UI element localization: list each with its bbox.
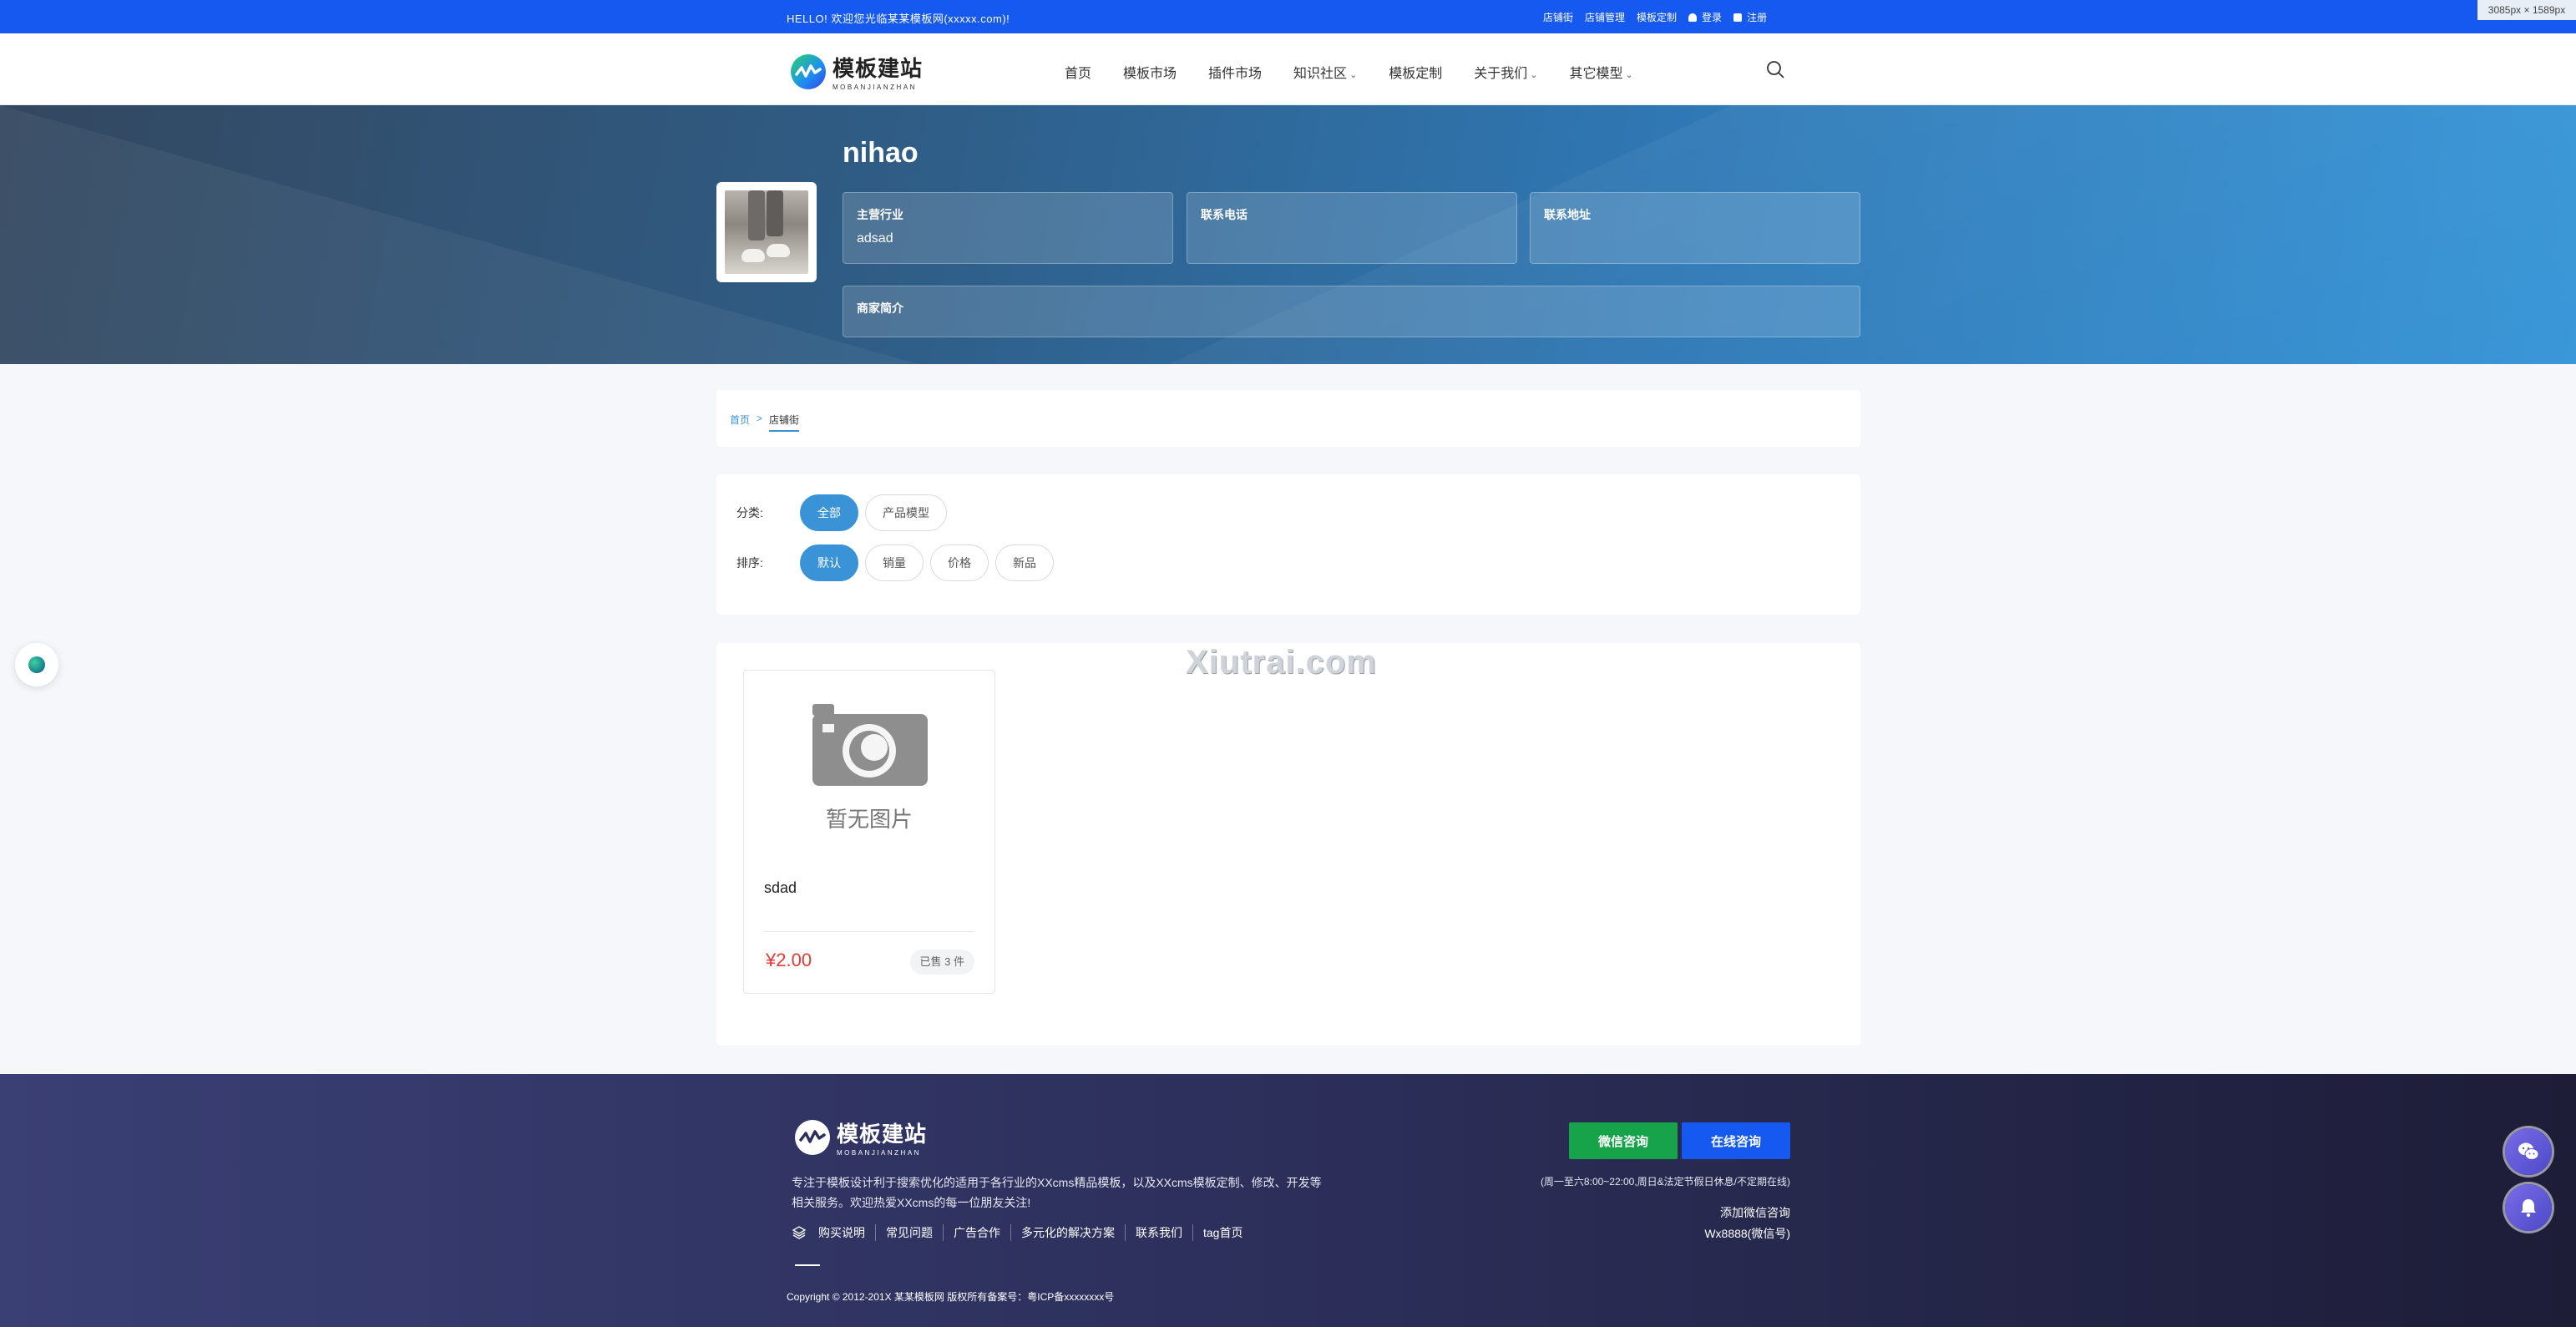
layers-icon <box>792 1226 807 1239</box>
top-link-custom[interactable]: 模板定制 <box>1637 10 1677 24</box>
footer-logo[interactable]: 模板建站 MOBANJIANZHAN <box>795 1117 927 1157</box>
breadcrumb-current: 店铺街 <box>769 414 800 432</box>
main-nav: 首页 模板市场 插件市场 知识社区 模板定制 关于我们 其它模型 <box>1065 62 1633 82</box>
online-consult-button[interactable]: 在线咨询 <box>1682 1122 1790 1159</box>
no-image-text: 暂无图片 <box>825 807 913 832</box>
nav-item-plugin-market[interactable]: 插件市场 <box>1208 62 1262 82</box>
shop-avatar-image <box>725 190 808 274</box>
category-product-model[interactable]: 产品模型 <box>865 494 947 531</box>
footer-logo-name-en: MOBANJIANZHAN <box>837 1149 921 1157</box>
filter-panel: 分类: 全部 产品模型 排序: 默认 销量 价格 新品 <box>716 474 1860 615</box>
watermark: Xiutrai.com <box>1186 644 1377 681</box>
footer-link-ads[interactable]: 广告合作 <box>943 1224 1010 1241</box>
breadcrumb-home[interactable]: 首页 <box>730 413 750 427</box>
nav-item-other-models[interactable]: 其它模型 <box>1570 62 1633 82</box>
register-link[interactable]: 注册 <box>1733 10 1767 24</box>
breadcrumb: 首页 > 店铺街 <box>716 390 1860 447</box>
nav-item-about[interactable]: 关于我们 <box>1474 62 1537 82</box>
sort-new[interactable]: 新品 <box>995 544 1054 581</box>
login-link[interactable]: 登录 <box>1688 10 1722 24</box>
register-label: 注册 <box>1747 12 1768 23</box>
sort-default[interactable]: 默认 <box>800 544 858 581</box>
shop-name: nihao <box>843 137 919 169</box>
category-all[interactable]: 全部 <box>800 494 858 531</box>
product-price: ¥2.00 <box>766 950 812 970</box>
nav-item-template-market[interactable]: 模板市场 <box>1123 62 1177 82</box>
product-card[interactable]: 暂无图片 sdad ¥2.00 已售 3 件 <box>743 670 995 994</box>
footer-logo-mark-icon <box>795 1119 830 1155</box>
site-logo[interactable]: 模板建站 MOBANJIANZHAN <box>791 52 923 91</box>
dimension-badge: 3085px × 1589px <box>2477 0 2576 20</box>
float-wechat-button[interactable] <box>2505 1128 2552 1175</box>
footer-link-faq[interactable]: 常见问题 <box>875 1224 943 1241</box>
top-link-shop-manage[interactable]: 店铺管理 <box>1585 10 1625 24</box>
sort-row: 排序: 默认 销量 价格 新品 <box>736 544 1060 581</box>
site-header: 模板建站 MOBANJIANZHAN 首页 模板市场 插件市场 知识社区 模板定… <box>0 33 2576 105</box>
intro-card: 商家简介 <box>843 286 1860 337</box>
footer-link-solutions[interactable]: 多元化的解决方案 <box>1010 1224 1125 1241</box>
product-title[interactable]: sdad <box>764 879 797 897</box>
nav-item-custom[interactable]: 模板定制 <box>1389 62 1442 82</box>
shop-avatar <box>716 182 817 282</box>
category-row: 分类: 全部 产品模型 <box>736 494 954 531</box>
breadcrumb-separator: > <box>757 413 763 424</box>
sold-badge: 已售 3 件 <box>909 950 974 975</box>
top-bar: HELLO! 欢迎您光临某某模板网(xxxxx.com)! 店铺街 店铺管理 模… <box>0 0 2576 33</box>
register-icon <box>1733 13 1743 22</box>
footer-link-contact[interactable]: 联系我们 <box>1125 1224 1192 1241</box>
copyright: Copyright © 2012-201X 某某模板网 版权所有备案号：粤ICP… <box>787 1291 1115 1303</box>
service-hours: (周一至六8:00~22:00,周日&法定节假日休息/不定期在线) <box>1540 1176 1790 1188</box>
intro-label: 商家简介 <box>857 301 903 315</box>
globe-icon <box>28 656 45 673</box>
search-icon[interactable] <box>1766 60 1784 79</box>
top-links: 店铺街 店铺管理 模板定制 登录 注册 <box>1543 10 1767 24</box>
product-list: 暂无图片 sdad ¥2.00 已售 3 件 <box>716 643 1860 1046</box>
sort-sales[interactable]: 销量 <box>865 544 924 581</box>
sort-label: 排序: <box>736 556 763 570</box>
site-footer: 模板建站 MOBANJIANZHAN 专注于模板设计利于搜索优化的适用于各行业的… <box>0 1074 2576 1327</box>
float-globe-button[interactable] <box>15 643 58 686</box>
industry-card: 主营行业 adsad <box>843 192 1173 264</box>
footer-link-purchase[interactable]: 购买说明 <box>818 1224 875 1241</box>
sort-price[interactable]: 价格 <box>930 544 989 581</box>
welcome-text: HELLO! 欢迎您光临某某模板网(xxxxx.com)! <box>787 13 1010 25</box>
footer-logo-name-cn: 模板建站 <box>837 1122 928 1147</box>
login-label: 登录 <box>1702 12 1723 23</box>
wechat-add-text: 添加微信咨询 <box>1720 1206 1790 1219</box>
category-label: 分类: <box>736 506 763 519</box>
float-qq-button[interactable] <box>2505 1184 2552 1231</box>
wechat-id: Wx8888(微信号) <box>1704 1227 1790 1240</box>
logo-name-cn: 模板建站 <box>833 57 924 82</box>
logo-mark-icon <box>791 53 826 89</box>
footer-links: 购买说明 常见问题 广告合作 多元化的解决方案 联系我们 tag首页 <box>792 1224 1253 1241</box>
nav-item-home[interactable]: 首页 <box>1065 62 1091 82</box>
bell-icon <box>2521 1199 2536 1218</box>
phone-label: 联系电话 <box>1201 208 1248 221</box>
industry-label: 主营行业 <box>857 208 903 221</box>
user-icon <box>1688 13 1698 22</box>
address-label: 联系地址 <box>1544 208 1591 221</box>
wechat-consult-button[interactable]: 微信咨询 <box>1569 1122 1678 1159</box>
phone-card: 联系电话 <box>1187 192 1517 264</box>
shop-banner: nihao 主营行业 adsad 联系电话 联系地址 商家简介 <box>0 105 2576 364</box>
footer-description: 专注于模板设计利于搜索优化的适用于各行业的XXcms精品模板，以及XXcms模板… <box>792 1176 1322 1209</box>
industry-value: adsad <box>857 231 893 246</box>
logo-name-en: MOBANJIANZHAN <box>833 84 917 91</box>
top-link-shop-street[interactable]: 店铺街 <box>1543 10 1573 24</box>
wechat-icon <box>2518 1142 2539 1160</box>
address-card: 联系地址 <box>1530 192 1860 264</box>
footer-link-tags[interactable]: tag首页 <box>1192 1224 1253 1241</box>
nav-item-knowledge[interactable]: 知识社区 <box>1293 62 1357 82</box>
